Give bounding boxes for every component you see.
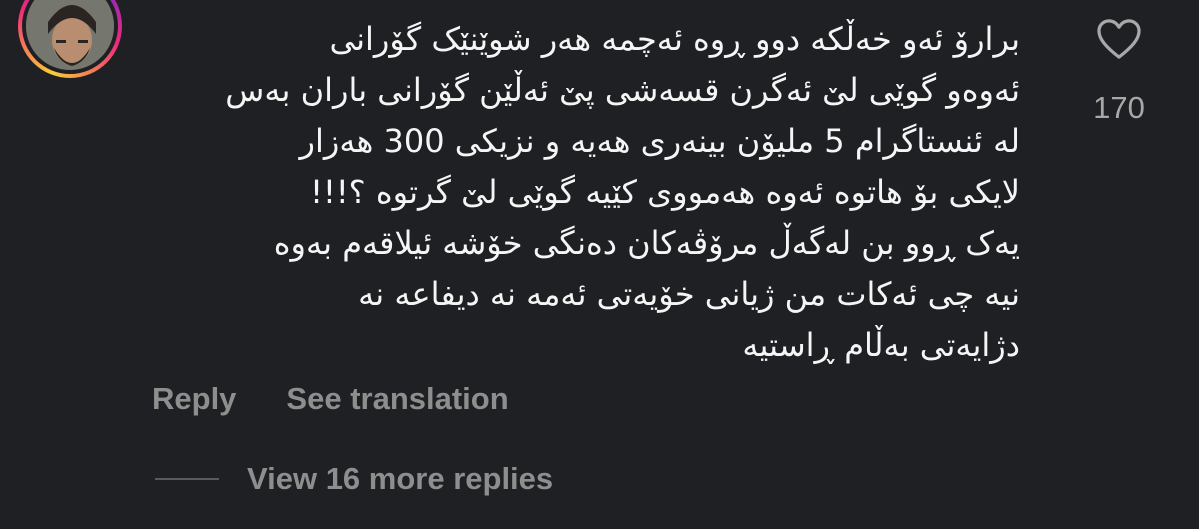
comment-line: لایکی بۆ هاتوە ئەوە هەمووی کێیە گوێی لێ … — [310, 173, 1020, 211]
comment-line: برارۆ ئەو خەڵکە دوو ڕوە ئەچمە هەر شوێنێک… — [329, 20, 1020, 58]
view-more-replies-button[interactable]: View 16 more replies — [155, 461, 553, 497]
reply-divider — [155, 478, 219, 480]
see-translation-button[interactable]: See translation — [286, 381, 508, 417]
avatar-photo — [26, 0, 114, 70]
avatar-gap — [22, 0, 118, 74]
comment-line: ئەوەو گوێی لێ ئەگرن قسەشی پێ ئەڵێن گۆران… — [225, 71, 1020, 109]
like-area: 170 — [1086, 18, 1152, 126]
reply-button[interactable]: Reply — [152, 381, 236, 417]
view-more-replies-label: View 16 more replies — [247, 461, 554, 496]
comment-line: یەک ڕوو بن لەگەڵ مرۆڤەکان دەنگی خۆشە ئیل… — [273, 224, 1020, 262]
heart-icon[interactable] — [1096, 18, 1142, 60]
comment-actions: Reply See translation — [152, 381, 509, 417]
like-count: 170 — [1093, 90, 1145, 125]
comment-thread: برارۆ ئەو خەڵکە دوو ڕوە ئەچمە هەر شوێنێک… — [0, 0, 1199, 529]
story-ring[interactable] — [18, 0, 122, 78]
comment-line: لە ئنستاگرام 5 ملیۆن بینەری هەیە و نزیکی… — [299, 122, 1020, 160]
comment-line: دژایەتی بەڵام ڕاستیە — [742, 326, 1020, 364]
avatar[interactable] — [26, 0, 114, 70]
comment-body: برارۆ ئەو خەڵکە دوو ڕوە ئەچمە هەر شوێنێک… — [150, 14, 1020, 371]
comment-line: نیە چی ئەکات من ژیانی خۆیەتی ئەمە نە دیف… — [358, 275, 1020, 313]
